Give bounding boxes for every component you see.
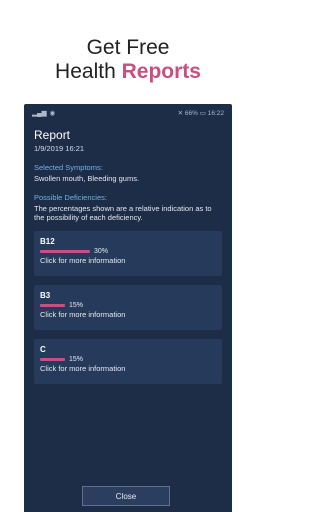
promo-headline: Get Free Health Reports	[0, 36, 256, 84]
deficiency-name: C	[40, 345, 46, 354]
deficiency-bar-row: 30%	[40, 248, 216, 255]
deficiency-bar-row: 15%	[40, 302, 216, 309]
close-button[interactable]: Close	[82, 486, 170, 506]
headline-prefix: Health	[55, 60, 122, 83]
battery-icon: ▭	[199, 110, 206, 117]
symptoms-text: Swollen mouth, Bleeding gums.	[34, 174, 140, 183]
battery-percent: 66%	[184, 110, 198, 117]
report-title: Report	[34, 128, 71, 142]
phone-screen: ▂▄▆ ◉ ✕ 66% ▭ 16:22 Report 1/9/2019 16:21…	[24, 104, 232, 512]
status-right: ✕ 66% ▭ 16:22	[178, 109, 224, 117]
deficiency-percent: 15%	[69, 302, 84, 309]
deficiency-percent: 30%	[94, 248, 109, 255]
deficiency-card-b12[interactable]: B12 30% Click for more information	[34, 231, 222, 276]
notification-icon: ◉	[49, 110, 56, 117]
deficiency-bar	[40, 304, 65, 307]
deficiencies-note: The percentages shown are a relative ind…	[34, 204, 212, 222]
deficiency-name: B12	[40, 237, 55, 246]
symptoms-label: Selected Symptoms:	[34, 163, 103, 172]
deficiency-percent: 15%	[69, 356, 84, 363]
mute-icon: ✕	[177, 110, 184, 117]
more-info-link[interactable]: Click for more information	[40, 364, 216, 373]
report-date: 1/9/2019 16:21	[34, 144, 85, 153]
headline-line2: Health Reports	[0, 60, 256, 84]
status-bar: ▂▄▆ ◉ ✕ 66% ▭ 16:22	[24, 104, 232, 122]
headline-accent: Reports	[121, 60, 201, 83]
report-screen: Report 1/9/2019 16:21 Selected Symptoms:…	[24, 122, 232, 384]
clock: 16:22	[207, 110, 224, 117]
deficiencies-label: Possible Deficiencies:	[34, 193, 107, 202]
more-info-link[interactable]: Click for more information	[40, 256, 216, 265]
signal-icon: ▂▄▆	[32, 110, 47, 117]
deficiency-card-b3[interactable]: B3 15% Click for more information	[34, 285, 222, 330]
status-left: ▂▄▆ ◉	[32, 109, 58, 117]
deficiency-card-c[interactable]: C 15% Click for more information	[34, 339, 222, 384]
deficiency-name: B3	[40, 291, 51, 300]
deficiency-bar	[40, 358, 65, 361]
more-info-link[interactable]: Click for more information	[40, 310, 216, 319]
deficiency-bar	[40, 250, 90, 253]
headline-line1: Get Free	[86, 36, 170, 59]
deficiency-bar-row: 15%	[40, 356, 216, 363]
